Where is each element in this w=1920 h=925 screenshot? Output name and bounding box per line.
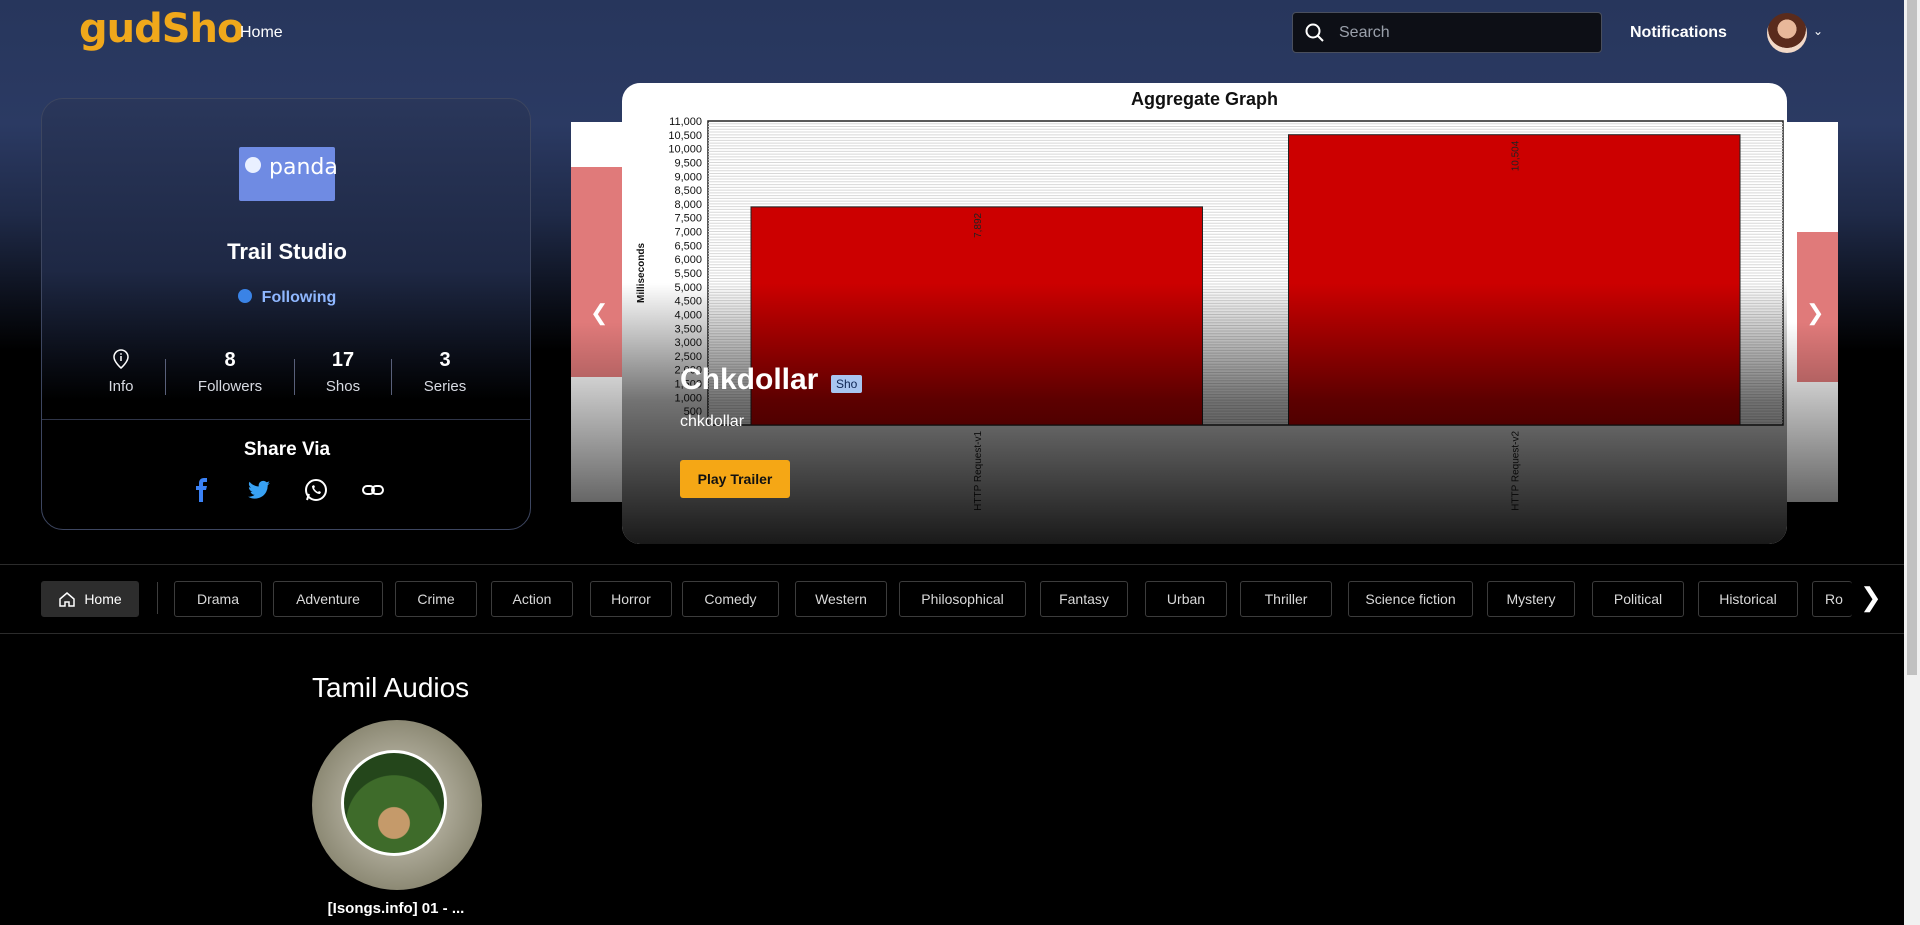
y-tick-label: 8,500 [674,185,702,197]
globe-icon [245,157,261,173]
whatsapp-icon[interactable] [303,477,329,503]
y-tick-label: 9,000 [674,171,702,183]
genre-bar: Home Drama Adventure Crime Action Horror Come… [0,564,1904,634]
chevron-right-icon[interactable]: ❯ [1806,300,1824,326]
stat-info[interactable]: Info [71,349,171,395]
scrollbar-thumb[interactable] [1907,0,1917,675]
search-box[interactable] [1292,12,1602,53]
stat-shos[interactable]: 17 Shos [293,349,393,395]
studio-name: Trail Studio [227,239,347,264]
following-label: Following [261,289,337,306]
card-divider [42,419,530,420]
genre-chip[interactable]: Historical [1698,581,1798,617]
genre-chip[interactable]: Adventure [273,581,383,617]
chevron-down-icon[interactable]: ⌄ [1813,24,1823,38]
data-label: 7,892 [973,212,984,237]
genre-chip[interactable]: Drama [174,581,262,617]
stat-label: Info [108,378,134,395]
home-icon [59,592,76,607]
y-tick-label: 7,500 [674,213,702,225]
sho-badge: Sho [831,375,863,393]
following-button[interactable]: Following [42,289,532,307]
brand-logo: panda [239,147,338,201]
genre-chip[interactable]: Comedy [682,581,779,617]
genre-chip[interactable]: Western [795,581,887,617]
stat-label: Shos [325,378,361,395]
y-tick-label: 11,000 [669,116,702,128]
search-input[interactable] [1337,22,1591,43]
stat-series[interactable]: 3 Series [395,349,495,395]
gudsho-logo[interactable]: gudSho [79,6,245,52]
y-tick-label: 6,000 [674,254,702,266]
stat-value: 3 [439,349,451,371]
stat-divider [391,359,392,395]
chevron-right-icon[interactable]: ❯ [1860,582,1882,613]
profile-card: panda Trail Studio Following Info 8 Foll… [41,98,531,530]
stat-divider [165,359,166,395]
genre-chip[interactable]: Philosophical [899,581,1026,617]
stat-label: Followers [197,378,263,395]
link-icon[interactable] [360,477,386,503]
y-tick-label: 10,000 [668,144,702,156]
genre-chip[interactable]: Science fiction [1348,581,1473,617]
slide-fade [1787,322,1838,502]
audio-title[interactable]: [Isongs.info] 01 - ... [300,900,492,917]
play-trailer-button[interactable]: Play Trailer [680,460,790,498]
genre-divider [157,582,158,614]
audio-thumbnail-image[interactable] [341,750,447,856]
stat-followers[interactable]: 8 Followers [180,349,280,395]
twitter-icon[interactable] [246,477,272,503]
facebook-icon[interactable] [189,477,215,503]
y-tick-label: 6,500 [674,240,702,252]
y-tick-label: 7,000 [674,227,702,239]
y-tick-label: 8,000 [674,199,702,211]
data-label: 10,504 [1510,140,1521,171]
y-tick-label: 10,500 [668,130,702,142]
show-subtitle: chkdollar [680,413,745,430]
stat-value: 8 [224,349,236,371]
genre-chip[interactable]: Crime [395,581,477,617]
stat-value: 17 [331,349,355,371]
section-title: Tamil Audios [312,672,470,703]
avatar[interactable] [1767,13,1807,53]
chevron-left-icon[interactable]: ❮ [590,300,608,326]
stat-label: Series [423,378,467,395]
genre-chip[interactable]: Action [491,581,573,617]
y-tick-label: 9,500 [674,157,702,169]
y-tick-label: 5,500 [674,268,702,280]
show-title: Chkdollar [680,363,819,396]
verified-icon [237,289,252,303]
info-icon [113,349,129,369]
notifications-link[interactable]: Notifications [1630,24,1727,42]
genre-chip[interactable]: Urban [1145,581,1227,617]
brand-logo-text: panda [269,155,338,180]
genre-chip[interactable]: Thriller [1240,581,1332,617]
featured-banner[interactable]: Aggregate Graph 5001,0001,5002,0002,5003… [622,83,1787,544]
share-title: Share Via [243,439,331,460]
genre-home-label: Home [84,591,122,607]
slide-fade [571,322,622,502]
genre-home-chip[interactable]: Home [41,581,139,617]
genre-chip[interactable]: Ro [1812,581,1852,617]
genre-chip[interactable]: Fantasy [1040,581,1128,617]
genre-chip[interactable]: Political [1592,581,1684,617]
genre-chip[interactable]: Horror [590,581,672,617]
nav-home-link[interactable]: Home [240,24,283,42]
genre-chip[interactable]: Mystery [1487,581,1575,617]
banner-overlay [622,283,1787,544]
search-icon [1305,23,1324,42]
